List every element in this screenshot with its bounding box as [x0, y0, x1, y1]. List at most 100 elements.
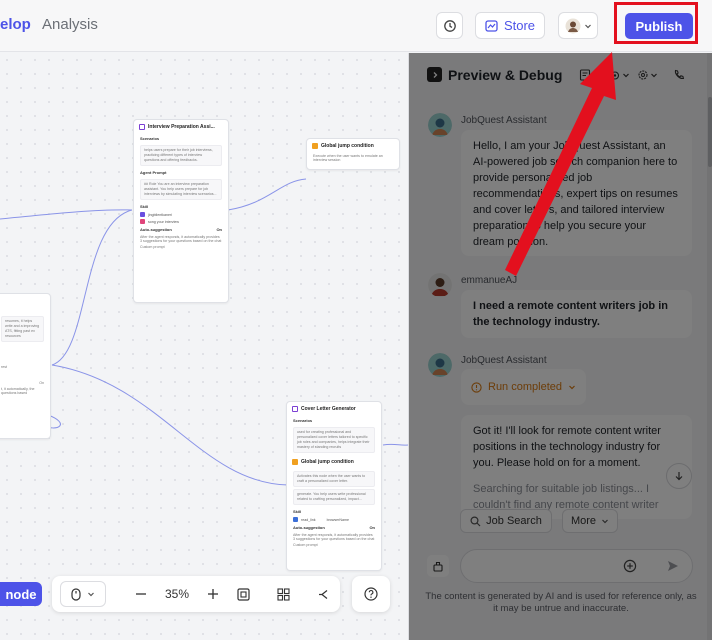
fit-view-button[interactable]: [230, 576, 256, 612]
auto-suggestion-text: After the agent responds, it automatical…: [293, 533, 375, 541]
workflow-canvas[interactable]: Interview Preparation Assi... Scenarios …: [0, 53, 408, 640]
auto-suggestion-row: Auto-suggestion On: [293, 525, 375, 530]
assistant-avatar: [428, 113, 452, 137]
skill-item: jingbilentkaneri: [134, 211, 228, 218]
panel-scrollbar-thumb[interactable]: [708, 97, 712, 167]
suggestion-more[interactable]: More: [562, 509, 618, 533]
scroll-to-bottom-button[interactable]: [666, 463, 692, 489]
skill-row: read_link browserName: [287, 516, 381, 523]
help-icon: [364, 587, 378, 601]
scenarios-label: Scenarios: [140, 136, 160, 141]
message-sender: JobQuest Assistant: [461, 115, 547, 126]
store-button[interactable]: Store: [475, 12, 545, 39]
agent-prompt-text: generate. You help users write professio…: [293, 489, 375, 505]
assistant-avatar: [428, 353, 452, 377]
agent-prompt-label: Agent Prompt: [140, 170, 167, 175]
mouse-mode-button[interactable]: [60, 581, 106, 607]
help-button[interactable]: [352, 576, 390, 612]
message-text: Got it! I'll look for remote content wri…: [473, 425, 661, 469]
agent-prompt-text: ## Role You are an interview preparation…: [140, 179, 222, 200]
custom-prompt-checkbox: Custom prompt: [293, 543, 318, 547]
chat-input[interactable]: [473, 558, 623, 570]
top-bar: elop Analysis Store Publish: [0, 0, 712, 52]
variables-menu[interactable]: [579, 67, 600, 83]
zoom-level[interactable]: 35%: [160, 576, 194, 612]
phone-icon: [674, 69, 685, 79]
gear-icon: [638, 70, 648, 80]
panel-title: Preview & Debug: [448, 67, 563, 83]
global-jump-title: Global jump condition: [287, 455, 381, 469]
search-icon: [470, 515, 481, 526]
preview-debug-panel: Preview & Debug JobQuest Assistant Hello…: [408, 53, 712, 640]
plus-icon: [208, 589, 218, 599]
message-sender: emmanueAJ: [461, 275, 518, 286]
cover-letter-node[interactable]: Cover Letter Generator Scenarios used fo…: [286, 401, 382, 571]
skill-item: rest: [1, 365, 7, 369]
chevron-down-icon: [651, 73, 657, 78]
assistant-message: Got it! I'll look for remote content wri…: [461, 415, 692, 519]
add-node-button[interactable]: node: [0, 582, 42, 606]
chevron-down-icon: [623, 73, 629, 78]
collapse-panel-button[interactable]: [427, 67, 442, 82]
account-menu[interactable]: [558, 12, 598, 39]
custom-prompt-checkbox: Custom prompt: [140, 245, 165, 249]
edge-left-to-interview: [51, 209, 133, 366]
edge-to-interview: [0, 209, 133, 220]
panel-header: Preview & Debug: [409, 53, 712, 97]
user-message: I need a remote content writers job in t…: [461, 290, 692, 338]
auto-layout-icon: [318, 589, 327, 599]
chevron-right-icon: [433, 71, 437, 78]
node-title: Interview Preparation Assi...: [134, 120, 228, 134]
user-avatar: [428, 273, 452, 297]
voice-call-button[interactable]: [673, 67, 685, 83]
assistant-message: Hello, I am your JobQuest Assistant, an …: [461, 130, 692, 256]
jump-icon: [292, 459, 298, 465]
chevron-down-icon: [602, 519, 608, 524]
publish-highlight: Publish: [614, 2, 698, 44]
jump-icon: [312, 143, 318, 149]
jump-condition-text: Execute when the user wants to emulate a…: [313, 154, 383, 162]
global-jump-node[interactable]: Global jump condition Execute when the u…: [306, 138, 400, 170]
left-agent-node[interactable]: resumes, it helps write and a improving …: [0, 293, 51, 439]
tab-analysis[interactable]: Analysis: [42, 16, 98, 33]
node-title: Cover Letter Generator: [287, 402, 381, 416]
auto-suggestion-text: After the agent responds, it automatical…: [140, 235, 222, 243]
history-icon: [443, 19, 456, 32]
minus-icon: [136, 593, 146, 595]
agent-icon: [139, 124, 145, 130]
auto-suggestion-row: Auto-suggestion On: [140, 227, 222, 232]
agent-icon: [292, 406, 298, 412]
debug-menu[interactable]: [609, 67, 630, 83]
send-icon[interactable]: [666, 559, 680, 573]
broom-icon: [433, 561, 443, 572]
history-button[interactable]: [436, 12, 463, 39]
auto-layout-button[interactable]: [310, 576, 336, 612]
minimap-button[interactable]: [270, 576, 296, 612]
canvas-toolbar: 35%: [52, 576, 340, 612]
store-icon: [485, 19, 498, 32]
store-label: Store: [503, 18, 536, 33]
node-text: resumes, it helps write and a improving …: [1, 316, 44, 342]
skill-item: song your interview: [134, 218, 228, 225]
interview-prep-node[interactable]: Interview Preparation Assi... Scenarios …: [133, 119, 229, 303]
suggestion-job-search[interactable]: Job Search: [460, 509, 552, 533]
clear-chat-button[interactable]: [427, 555, 449, 577]
bug-icon: [610, 71, 620, 80]
fit-view-icon: [236, 587, 250, 601]
scenarios-text: used for creating professional and perso…: [293, 427, 375, 453]
tab-develop[interactable]: elop: [0, 16, 31, 33]
publish-button[interactable]: Publish: [625, 13, 693, 39]
document-icon: [579, 69, 591, 81]
run-status-chip[interactable]: Run completed: [461, 369, 586, 405]
chevron-down-icon: [584, 24, 591, 28]
add-attachment-icon[interactable]: [623, 559, 637, 573]
chevron-down-icon: [88, 592, 94, 597]
jump-condition-text: Activates this node when the user wants …: [293, 471, 375, 487]
arrow-down-icon: [675, 472, 683, 481]
zoom-in-button[interactable]: [200, 576, 226, 612]
avatar: [565, 18, 580, 33]
settings-menu[interactable]: [637, 67, 658, 83]
zoom-out-button[interactable]: [128, 576, 154, 612]
minimap-icon: [276, 587, 290, 601]
chevron-down-icon: [569, 385, 575, 390]
